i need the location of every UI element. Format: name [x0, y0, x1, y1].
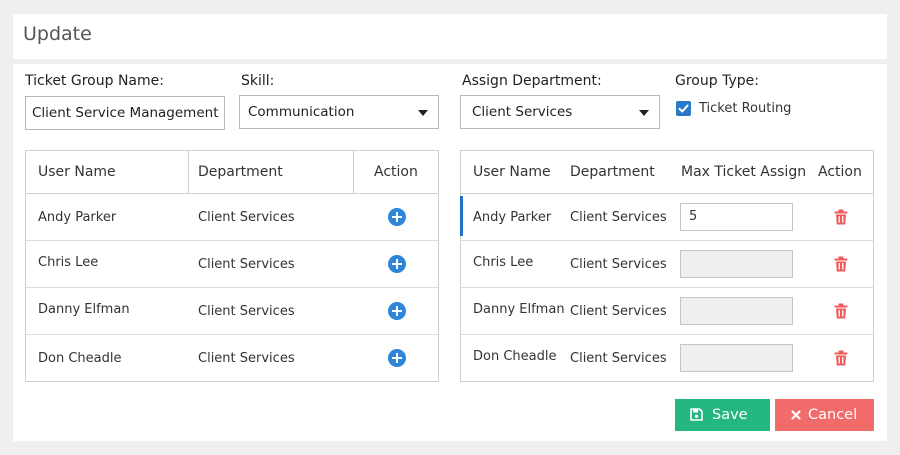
user-name-cell: Don Cheadle [38, 351, 122, 366]
save-button[interactable]: Save [675, 399, 770, 431]
ticket-routing-label: Ticket Routing [699, 101, 792, 116]
department-cell: Client Services [198, 210, 295, 225]
ticket-group-name-label: Ticket Group Name: [25, 73, 164, 89]
add-user-button[interactable] [388, 349, 406, 367]
table-header: User Name Department Action [26, 151, 438, 194]
floppy-disk-icon [690, 408, 703, 421]
user-name-cell: Chris Lee [38, 255, 99, 270]
add-user-button[interactable] [388, 208, 406, 226]
max-ticket-assign-input[interactable]: 5 [680, 203, 793, 231]
user-name-cell: Danny Elfman [38, 302, 130, 317]
department-cell: Client Services [570, 304, 667, 319]
assign-department-label: Assign Department: [462, 73, 602, 89]
department-cell: Client Services [570, 210, 667, 225]
ticket-routing-checkbox[interactable] [676, 101, 691, 116]
skill-selected-value: Communication [248, 104, 355, 120]
update-form-panel: Ticket Group Name: Client Service Manage… [13, 64, 887, 441]
save-button-label: Save [712, 407, 748, 423]
department-cell: Client Services [198, 257, 295, 272]
caret-down-icon [639, 110, 649, 116]
cancel-button-label: Cancel [808, 407, 858, 423]
skill-label: Skill: [241, 73, 275, 89]
column-header-max-ticket-assign: Max Ticket Assign [681, 164, 807, 180]
x-icon [791, 410, 801, 420]
skill-select[interactable]: Communication [239, 95, 439, 129]
trash-icon[interactable] [834, 350, 848, 366]
selected-row-indicator [460, 196, 463, 236]
department-selected-value: Client Services [472, 104, 573, 120]
table-row: Danny Elfman Client Services [26, 288, 438, 335]
assign-department-select[interactable]: Client Services [460, 95, 660, 129]
max-ticket-assign-input[interactable] [680, 297, 793, 325]
department-cell: Client Services [198, 351, 295, 366]
column-header-action: Action [818, 164, 862, 180]
table-row: Andy Parker Client Services [26, 194, 438, 241]
trash-icon[interactable] [834, 209, 848, 225]
column-header-department: Department [189, 151, 354, 193]
add-user-button[interactable] [388, 302, 406, 320]
max-ticket-assign-input[interactable] [680, 250, 793, 278]
cancel-button[interactable]: Cancel [775, 399, 874, 431]
max-ticket-assign-input[interactable] [680, 344, 793, 372]
user-name-cell: Chris Lee [473, 255, 534, 270]
trash-icon[interactable] [834, 256, 848, 272]
caret-down-icon [418, 110, 428, 116]
available-users-table: User Name Department Action Andy Parker … [25, 150, 439, 382]
group-type-label: Group Type: [675, 73, 759, 89]
table-row: Danny Elfman Client Services [461, 288, 873, 335]
user-name-cell: Danny Elfman [473, 302, 565, 317]
table-row: Andy Parker Client Services 5 [460, 194, 873, 241]
department-cell: Client Services [570, 351, 667, 366]
page-header: Update [13, 14, 887, 59]
user-name-cell: Don Cheadle [473, 349, 557, 364]
table-row: Don Cheadle Client Services [26, 335, 438, 382]
assigned-users-table: User Name Department Max Ticket Assign A… [460, 150, 874, 382]
table-row: Chris Lee Client Services [26, 241, 438, 288]
table-row: Chris Lee Client Services [461, 241, 873, 288]
ticket-group-name-input[interactable]: Client Service Management [25, 96, 225, 130]
department-cell: Client Services [198, 304, 295, 319]
column-header-department: Department [570, 164, 655, 180]
trash-icon[interactable] [834, 303, 848, 319]
column-header-user-name: User Name [473, 164, 551, 180]
checkmark-icon [678, 104, 689, 113]
page-title: Update [23, 23, 92, 45]
user-name-cell: Andy Parker [38, 210, 117, 225]
table-row: Don Cheadle Client Services [461, 335, 873, 382]
department-cell: Client Services [570, 257, 667, 272]
user-name-cell: Andy Parker [473, 210, 552, 225]
add-user-button[interactable] [388, 255, 406, 273]
table-header: User Name Department Max Ticket Assign A… [461, 151, 873, 194]
column-header-user-name: User Name [26, 151, 189, 193]
column-header-action: Action [374, 164, 418, 180]
